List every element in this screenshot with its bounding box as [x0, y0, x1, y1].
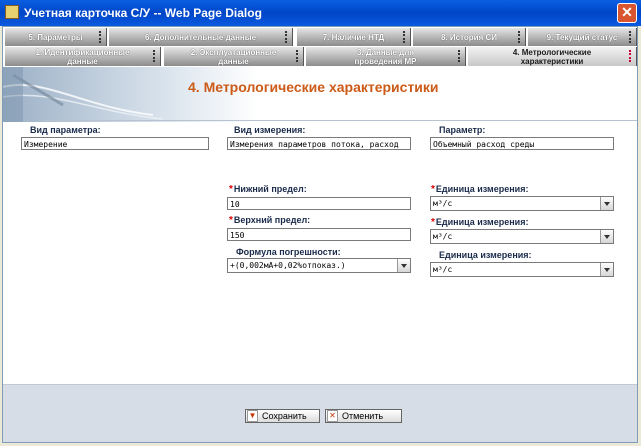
- low-limit-field[interactable]: 10: [227, 197, 411, 210]
- tab-grip-icon: [285, 31, 289, 43]
- tab-parameters[interactable]: 5. Параметры: [5, 28, 107, 46]
- tab-grip-icon: [458, 50, 462, 62]
- dialog-body: 5. Параметры 6. Дополнительные данные 7.…: [2, 26, 638, 443]
- dialog-footer: ▼ Сохранить ✕ Отменить: [3, 384, 637, 442]
- required-mark: *: [229, 184, 233, 195]
- tab-mr-data[interactable]: 3. Данные для проведения МР: [306, 47, 466, 66]
- page-title: 4. Метрологические характеристики: [188, 79, 439, 95]
- unit3-label: Единица измерения:: [439, 250, 532, 260]
- cancel-icon: ✕: [327, 410, 338, 422]
- unit1-label: *Единица измерения:: [431, 184, 529, 195]
- tab-grip-icon: [403, 31, 407, 43]
- tab-strip: 5. Параметры 6. Дополнительные данные 7.…: [3, 27, 637, 67]
- chevron-down-icon[interactable]: [600, 197, 613, 210]
- required-mark: *: [431, 184, 435, 195]
- unit2-label: *Единица измерения:: [431, 217, 529, 228]
- tab-identification[interactable]: 1. Идентификационные данные: [5, 47, 161, 66]
- chevron-down-icon[interactable]: [600, 263, 613, 276]
- unit1-select[interactable]: м³/с: [430, 196, 614, 211]
- required-mark: *: [229, 215, 233, 226]
- param-kind-field[interactable]: Измерение: [21, 137, 209, 150]
- banner-decoration-icon: [3, 67, 163, 122]
- tab-grip-icon: [629, 31, 633, 43]
- param-label: Параметр:: [439, 125, 486, 135]
- window-title: Учетная карточка С/У -- Web Page Dialog: [24, 6, 262, 20]
- app-icon: [5, 5, 19, 19]
- save-button[interactable]: ▼ Сохранить: [245, 409, 320, 423]
- tab-grip-icon: [629, 50, 633, 62]
- metrology-form: Вид параметра: Измерение Вид измерения: …: [3, 122, 637, 384]
- chevron-down-icon[interactable]: [600, 230, 613, 243]
- formula-label: Формула погрешности:: [236, 247, 341, 257]
- high-limit-label: *Верхний предел:: [229, 215, 311, 226]
- window-titlebar: Учетная карточка С/У -- Web Page Dialog …: [0, 0, 641, 26]
- required-mark: *: [431, 217, 435, 228]
- section-banner: 4. Метрологические характеристики: [3, 67, 637, 122]
- formula-select[interactable]: +(0,002мА+0,02%отпоказ.): [227, 258, 411, 273]
- tab-current-status[interactable]: 9. Текущий статус: [528, 28, 637, 46]
- tab-si-history[interactable]: 8. История СИ: [413, 28, 526, 46]
- tab-metrology[interactable]: 4. Метрологические характеристики: [468, 47, 637, 66]
- save-icon: ▼: [247, 410, 258, 422]
- chevron-down-icon[interactable]: [397, 259, 410, 272]
- tab-grip-icon: [153, 50, 157, 62]
- tab-grip-icon: [296, 50, 300, 62]
- high-limit-field[interactable]: 150: [227, 228, 411, 241]
- tab-grip-icon: [518, 31, 522, 43]
- param-kind-label: Вид параметра:: [30, 125, 101, 135]
- unit2-select[interactable]: м³/с: [430, 229, 614, 244]
- low-limit-label: *Нижний предел:: [229, 184, 307, 195]
- tab-exploitation[interactable]: 2. Эксплуатационные данные: [164, 47, 304, 66]
- measure-kind-label: Вид измерения:: [234, 125, 306, 135]
- tab-grip-icon: [99, 31, 103, 43]
- unit3-select[interactable]: м³/с: [430, 262, 614, 277]
- tab-additional-data[interactable]: 6. Дополнительные данные: [109, 28, 293, 46]
- cancel-button[interactable]: ✕ Отменить: [325, 409, 402, 423]
- param-field[interactable]: Объемный расход среды: [430, 137, 614, 150]
- close-button[interactable]: ✕: [617, 3, 637, 23]
- measure-kind-field[interactable]: Измерения параметров потока, расход: [227, 137, 411, 150]
- banner-divider: [43, 120, 637, 121]
- tab-ntd[interactable]: 7. Наличие НТД: [297, 28, 411, 46]
